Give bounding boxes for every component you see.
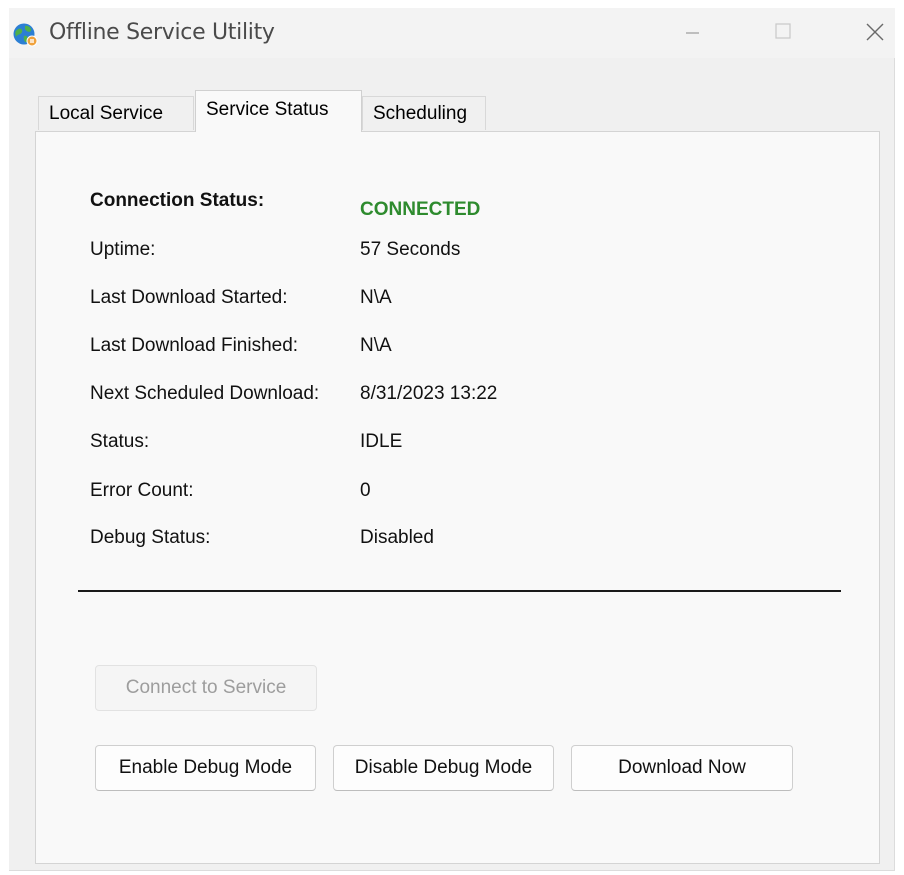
tab-local-service[interactable]: Local Service	[38, 96, 194, 130]
last-download-started-label: Last Download Started:	[90, 287, 288, 308]
enable-debug-mode-button[interactable]: Enable Debug Mode	[95, 745, 316, 791]
download-now-button[interactable]: Download Now	[571, 745, 793, 791]
connection-status-label: Connection Status:	[90, 190, 265, 211]
status-value: IDLE	[360, 431, 403, 452]
next-scheduled-download-value: 8/31/2023 13:22	[360, 383, 498, 404]
uptime-value: 57 Seconds	[360, 239, 461, 260]
debug-status-value: Disabled	[360, 527, 434, 548]
status-label: Status:	[90, 431, 150, 452]
last-download-finished-value: N\A	[360, 335, 392, 356]
last-download-started-value: N\A	[360, 287, 392, 308]
globe-app-icon	[13, 23, 38, 47]
uptime-label: Uptime:	[90, 239, 156, 260]
connection-status-value: CONNECTED	[360, 199, 481, 220]
error-count-label: Error Count:	[90, 480, 194, 501]
debug-status-label: Debug Status:	[90, 527, 211, 548]
last-download-finished-label: Last Download Finished:	[90, 335, 299, 356]
minimize-icon[interactable]	[669, 8, 715, 54]
disable-debug-mode-button[interactable]: Disable Debug Mode	[333, 745, 554, 791]
close-icon[interactable]	[851, 8, 897, 54]
window-title: Offline Service Utility	[49, 20, 275, 45]
connect-to-service-button[interactable]: Connect to Service	[95, 665, 317, 711]
title-bar[interactable]: Offline Service Utility	[9, 8, 895, 58]
tab-service-status[interactable]: Service Status	[195, 90, 362, 132]
tab-scheduling[interactable]: Scheduling	[362, 96, 486, 130]
maximize-icon[interactable]	[759, 8, 805, 54]
next-scheduled-download-label: Next Scheduled Download:	[90, 383, 320, 404]
error-count-value: 0	[360, 480, 371, 501]
section-divider	[78, 590, 841, 592]
app-window: Offline Service Utility Local Service Se…	[9, 8, 895, 871]
